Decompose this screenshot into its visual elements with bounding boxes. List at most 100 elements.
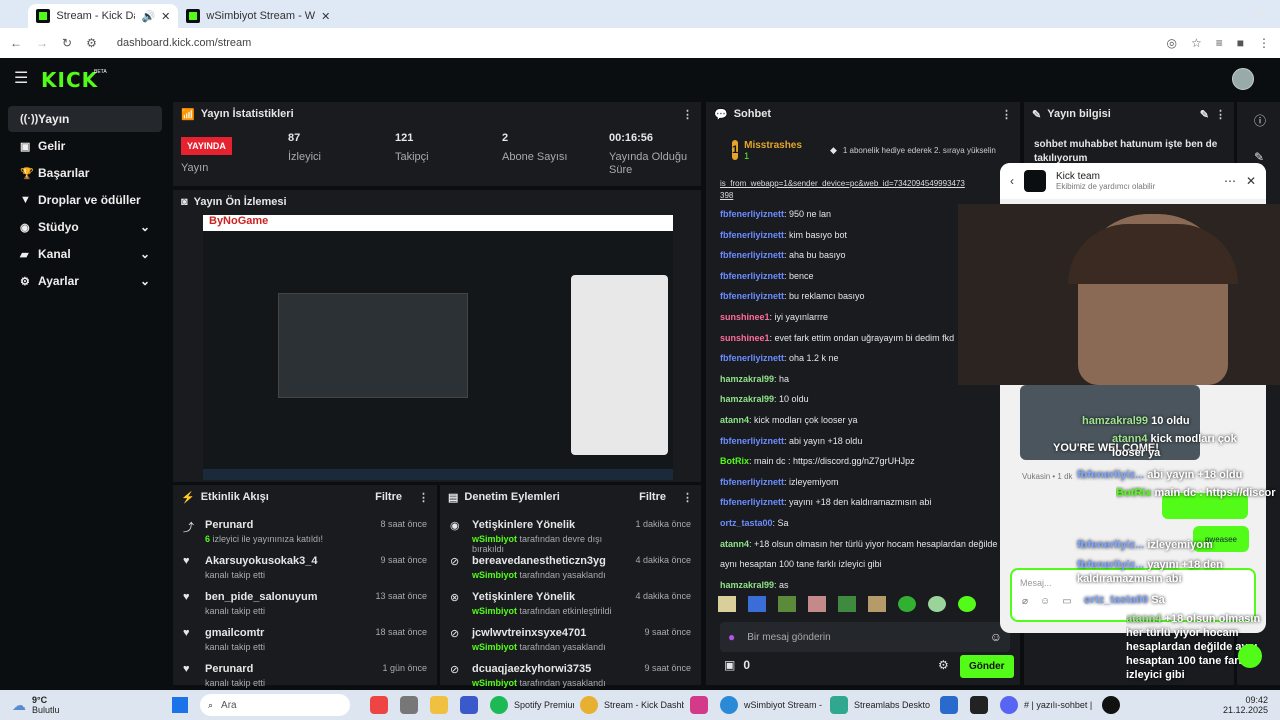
chat-username[interactable]: fbfenerliyiznett bbox=[720, 230, 784, 240]
app-icon[interactable] bbox=[460, 696, 478, 714]
chat-settings-icon[interactable]: ⚙ bbox=[938, 658, 949, 672]
chat-message[interactable]: hamzakral99: as bbox=[706, 575, 1020, 596]
folder-icon[interactable] bbox=[430, 696, 448, 714]
attach-icon[interactable]: ⌀ bbox=[1022, 596, 1028, 607]
emote-icon[interactable] bbox=[778, 596, 796, 612]
edit-icon[interactable]: ✎ bbox=[1200, 108, 1209, 121]
avatar[interactable] bbox=[1232, 68, 1254, 90]
emote-icon[interactable] bbox=[958, 596, 976, 612]
emote-icon[interactable] bbox=[718, 596, 736, 612]
chat-message[interactable]: aynı hesaptan 100 tane farklı izleyici g… bbox=[706, 554, 1020, 575]
chat-message[interactable]: hamzakral99: 10 oldu bbox=[706, 389, 1020, 410]
chat-username[interactable]: hamzakral99 bbox=[720, 394, 774, 404]
app-icon[interactable] bbox=[400, 696, 418, 714]
new-tab-icon[interactable]: + bbox=[348, 6, 356, 22]
tab-kick-dashboard[interactable]: Stream - Kick Dashboard 🔊 ✕ bbox=[28, 4, 179, 28]
tab-close-icon[interactable]: ✕ bbox=[161, 10, 170, 23]
start-icon[interactable] bbox=[172, 697, 188, 713]
chat-username[interactable]: fbfenerliyiznett bbox=[720, 271, 784, 281]
pencil-icon[interactable]: ✎ bbox=[1254, 150, 1264, 164]
app-icon[interactable] bbox=[970, 696, 988, 714]
chat-username[interactable]: hamzakral99 bbox=[720, 580, 774, 590]
sidebar-item-kanal[interactable]: ▰ Kanal ⌄ bbox=[8, 241, 162, 267]
more-options-icon[interactable]: ⋯ bbox=[1224, 174, 1236, 188]
list-item[interactable]: ⤴ Perunard 6 izleyici ile yayınınıza katıl… bbox=[173, 519, 437, 555]
chat-username[interactable]: sunshinee1 bbox=[720, 312, 770, 322]
tab-menu-icon[interactable]: ⌄ bbox=[8, 9, 16, 20]
taskbar-app-spotify[interactable]: Spotify Premium bbox=[514, 700, 574, 710]
emote-icon[interactable] bbox=[838, 596, 856, 612]
sidebar-item-droplar[interactable]: ▼ Droplar ve ödüller bbox=[8, 187, 162, 213]
chat-username[interactable]: hamzakral99 bbox=[720, 374, 774, 384]
edge-icon[interactable] bbox=[720, 696, 738, 714]
chat-username[interactable]: fbfenerliyiznett bbox=[720, 497, 784, 507]
chat-link-fragment[interactable]: is_from_webapp=1&sender_device=pc&web_id… bbox=[706, 174, 1020, 202]
emoji-icon[interactable]: ☺ bbox=[990, 630, 1002, 644]
app-icon[interactable] bbox=[370, 696, 388, 714]
profile-icon[interactable]: ■ bbox=[1237, 36, 1244, 50]
sidebar-item-gelir[interactable]: ▣ Gelir bbox=[8, 133, 162, 159]
chat-message[interactable]: BotRix: main dc : https://discord.gg/nZ7… bbox=[706, 451, 1020, 472]
speaker-icon[interactable]: 🔊 bbox=[141, 10, 155, 23]
chat-message[interactable]: ortz_tasta00: Sa bbox=[706, 513, 1020, 534]
taskbar-search[interactable]: ⌕ Ara bbox=[200, 694, 350, 716]
more-options-icon[interactable]: ⋮ bbox=[682, 108, 693, 121]
taskbar-app-chrome[interactable]: Stream - Kick Dashb bbox=[604, 700, 684, 710]
list-item[interactable]: ⊗ Yetişkinlere Yönelik wSimbiyot tarafında… bbox=[440, 591, 701, 627]
taskbar-app-discord[interactable]: # | yazılı-sohbet | bbox=[1024, 700, 1096, 710]
sidebar-item-studyo[interactable]: ◉ Stüdyo ⌄ bbox=[8, 214, 162, 240]
chrome-icon[interactable] bbox=[580, 696, 598, 714]
more-options-icon[interactable]: ⋮ bbox=[418, 491, 429, 504]
chat-message[interactable]: fbfenerliyiznett: abi yayın +18 oldu bbox=[706, 431, 1020, 452]
list-item[interactable]: ⊘ bereavedanestheticzn3yg wSimbiyot tarafı… bbox=[440, 555, 701, 591]
chat-username[interactable]: fbfenerliyiznett bbox=[720, 250, 784, 260]
sidebar-item-basarilar[interactable]: 🏆 Başarılar bbox=[8, 160, 162, 186]
url-field[interactable]: dashboard.kick.com/stream bbox=[117, 37, 1153, 49]
emote-icon[interactable] bbox=[808, 596, 826, 612]
tiktok-icon[interactable] bbox=[1102, 696, 1120, 714]
more-options-icon[interactable]: ⋮ bbox=[1215, 108, 1226, 121]
chat-username[interactable]: atann4 bbox=[720, 415, 749, 425]
stream-preview[interactable]: ByNoGame bbox=[203, 215, 673, 480]
extensions-icon[interactable]: ≡ bbox=[1216, 36, 1223, 50]
discord-icon[interactable] bbox=[1000, 696, 1018, 714]
chat-username[interactable]: atann4 bbox=[720, 539, 749, 549]
taskbar-app-streamlabs[interactable]: Streamlabs Deskto bbox=[854, 700, 934, 710]
chat-username[interactable]: fbfenerliyiznett bbox=[720, 477, 784, 487]
chat-username[interactable]: fbfenerliyiznett bbox=[720, 353, 784, 363]
eye-off-icon[interactable]: ◎ bbox=[1166, 36, 1176, 50]
site-info-icon[interactable]: ⚙ bbox=[86, 36, 97, 50]
sidebar-item-ayarlar[interactable]: ⚙ Ayarlar ⌄ bbox=[8, 268, 162, 294]
more-options-icon[interactable]: ⋮ bbox=[1001, 108, 1012, 121]
tab-wsimbiyot-stream[interactable]: wSimbiyot Stream - Watch Live ✕ bbox=[178, 4, 338, 28]
channel-points[interactable]: ▣ 0 bbox=[724, 658, 750, 672]
more-options-icon[interactable]: ⋮ bbox=[682, 491, 693, 504]
emote-icon[interactable] bbox=[748, 596, 766, 612]
chat-username[interactable]: fbfenerliyiznett bbox=[720, 291, 784, 301]
chat-username[interactable]: fbfenerliyiznett bbox=[720, 436, 784, 446]
spotify-icon[interactable] bbox=[490, 696, 508, 714]
taskbar-app-edge[interactable]: wSimbiyot Stream - ' bbox=[744, 700, 824, 710]
chat-input[interactable]: ● Bir mesaj gönderin ☺ bbox=[720, 622, 1010, 652]
reload-icon[interactable]: ↻ bbox=[62, 36, 72, 50]
chat-message[interactable]: atann4: +18 olsun olmasın her türlü yiyo… bbox=[706, 534, 1020, 555]
info-circle-icon[interactable]: ⓘ bbox=[1254, 112, 1266, 129]
maximize-icon[interactable]: □ bbox=[1215, 7, 1222, 21]
chat-link[interactable]: https://discord.gg/nZ7grUHJpz bbox=[793, 456, 915, 466]
window-close-icon[interactable]: ✕ bbox=[1254, 7, 1264, 21]
emote-icon[interactable] bbox=[928, 596, 946, 612]
list-item[interactable]: ⊘ jcwlwvtreinxsyxe4701 wSimbiyot tarafında… bbox=[440, 627, 701, 663]
browser-menu-icon[interactable]: ⋮ bbox=[1258, 36, 1270, 50]
list-item[interactable]: ♥ ben_pide_salonuyum kanalı takip etti 13 s… bbox=[173, 591, 437, 627]
tab-close-icon[interactable]: ✕ bbox=[321, 10, 330, 23]
instagram-icon[interactable] bbox=[690, 696, 708, 714]
chat-message[interactable]: atann4: kick modları çok looser ya bbox=[706, 410, 1020, 431]
microphone-icon[interactable]: ● bbox=[728, 630, 735, 644]
bookmark-star-icon[interactable]: ☆ bbox=[1191, 36, 1202, 50]
emote-icon[interactable] bbox=[868, 596, 886, 612]
chat-username[interactable]: fbfenerliyiznett bbox=[720, 209, 784, 219]
filter-button[interactable]: Filtre bbox=[639, 491, 666, 503]
chat-message[interactable]: fbfenerliyiznett: izleyemiyom bbox=[706, 472, 1020, 493]
forward-icon[interactable]: → bbox=[36, 36, 48, 50]
back-icon[interactable]: ← bbox=[10, 36, 22, 50]
